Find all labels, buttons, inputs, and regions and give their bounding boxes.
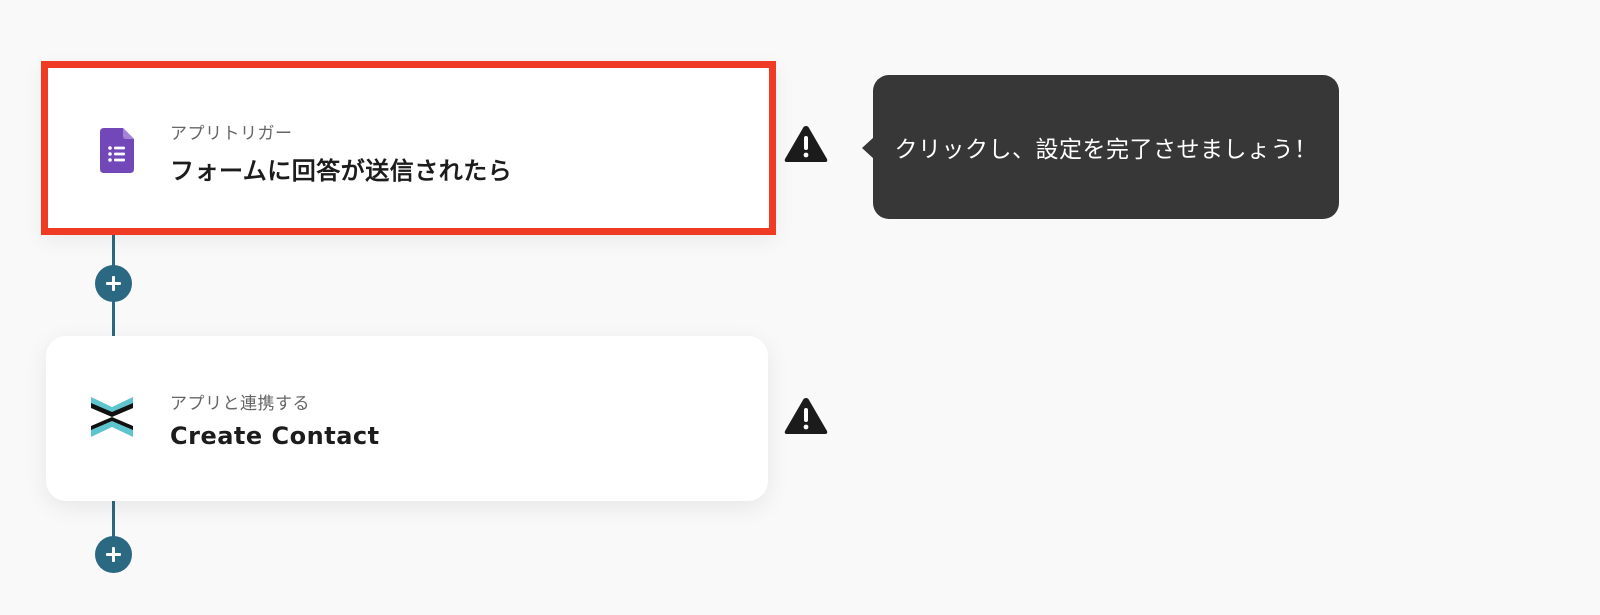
setup-tooltip: クリックし、設定を完了させましょう！ [873, 75, 1339, 219]
plus-icon [106, 276, 121, 291]
warning-icon[interactable] [783, 396, 829, 436]
google-forms-icon [92, 125, 142, 175]
trigger-subtitle: アプリトリガー [170, 124, 293, 144]
add-step-button[interactable] [95, 536, 132, 573]
action-step-card[interactable]: アプリと連携する Create Contact [46, 336, 768, 501]
flow-canvas: アプリトリガー フォームに回答が送信されたら アプリと連携する Create C… [0, 0, 1600, 615]
trigger-step-card[interactable]: アプリトリガー フォームに回答が送信されたら [41, 61, 776, 235]
app-logo-icon [86, 391, 138, 443]
action-subtitle: アプリと連携する [170, 394, 310, 414]
add-step-button[interactable] [95, 265, 132, 302]
action-title: Create Contact [170, 422, 380, 450]
warning-icon[interactable] [783, 124, 829, 164]
trigger-title: フォームに回答が送信されたら [170, 157, 513, 185]
connector-line [112, 501, 115, 541]
plus-icon [106, 547, 121, 562]
